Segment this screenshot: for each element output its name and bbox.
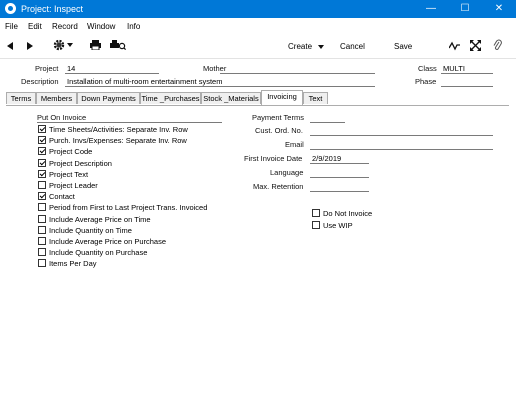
menu-file[interactable]: File xyxy=(5,22,18,31)
first-invoice-date-label: First Invoice Date xyxy=(244,154,303,163)
use-wip-checkbox[interactable] xyxy=(312,221,320,229)
title-bar: Project: Inspect — ☐ ✕ xyxy=(0,0,516,18)
language-underline xyxy=(310,177,369,178)
expand-icon[interactable] xyxy=(470,40,481,51)
option-checkbox-0[interactable] xyxy=(38,125,46,133)
option-checkbox-1[interactable] xyxy=(38,136,46,144)
put-on-invoice-label: Put On Invoice xyxy=(37,113,87,122)
option-checkbox-7[interactable] xyxy=(38,203,46,211)
paperclip-icon[interactable] xyxy=(493,39,502,51)
menu-window[interactable]: Window xyxy=(87,22,115,31)
phase-label: Phase xyxy=(415,77,437,86)
save-button[interactable]: Save xyxy=(394,42,412,51)
do-not-invoice-label: Do Not Invoice xyxy=(323,209,373,218)
gear-icon[interactable] xyxy=(53,39,65,51)
option-label-5: Project Leader xyxy=(49,181,98,190)
option-label-11: Include Quantity on Purchase xyxy=(49,248,148,257)
activity-icon[interactable] xyxy=(449,41,460,51)
create-button[interactable]: Create xyxy=(288,42,325,51)
cust-ord-no-underline xyxy=(310,135,493,136)
print-icon[interactable] xyxy=(90,40,101,50)
close-icon[interactable]: ✕ xyxy=(482,0,516,18)
menu-info[interactable]: Info xyxy=(127,22,140,31)
option-checkbox-9[interactable] xyxy=(38,226,46,234)
option-label-2: Project Code xyxy=(49,147,93,156)
class-field-underline xyxy=(441,73,493,74)
option-label-0: Time Sheets/Activities: Separate Inv. Ro… xyxy=(49,125,188,134)
do-not-invoice-checkbox[interactable] xyxy=(312,209,320,217)
tab-invoicing[interactable]: Invoicing xyxy=(261,90,303,105)
put-on-invoice-separator xyxy=(37,122,222,123)
project-label: Project xyxy=(35,64,59,73)
option-checkbox-11[interactable] xyxy=(38,248,46,256)
option-checkbox-3[interactable] xyxy=(38,159,46,167)
chevron-down-icon xyxy=(318,45,325,49)
use-wip-label: Use WIP xyxy=(323,221,353,230)
language-label: Language xyxy=(270,168,304,177)
tab-time-purchases[interactable]: Time _Purchases xyxy=(140,92,201,104)
menu-edit[interactable]: Edit xyxy=(28,22,42,31)
option-checkbox-8[interactable] xyxy=(38,215,46,223)
tab-terms[interactable]: Terms xyxy=(6,92,36,104)
maximize-icon[interactable]: ☐ xyxy=(448,0,482,18)
email-underline xyxy=(310,149,493,150)
option-label-3: Project Description xyxy=(49,159,112,168)
email-label: Email xyxy=(285,140,304,149)
menu-record[interactable]: Record xyxy=(52,22,78,31)
payment-terms-underline xyxy=(310,122,345,123)
print-preview-icon[interactable] xyxy=(110,40,126,50)
description-label: Description xyxy=(21,77,59,86)
first-invoice-date-field[interactable]: 2/9/2019 xyxy=(312,154,341,163)
description-field[interactable]: Installation of multi-room entertainment… xyxy=(67,77,222,86)
tab-members[interactable]: Members xyxy=(36,92,77,104)
class-label: Class xyxy=(418,64,437,73)
mother-label: Mother xyxy=(203,64,227,73)
option-checkbox-10[interactable] xyxy=(38,237,46,245)
class-field[interactable]: MULTI xyxy=(443,64,465,73)
project-field[interactable]: 14 xyxy=(67,64,75,73)
tab-text[interactable]: Text xyxy=(303,92,328,104)
description-field-underline xyxy=(65,86,375,87)
option-label-10: Include Average Price on Purchase xyxy=(49,237,167,246)
project-field-underline xyxy=(65,73,159,74)
option-checkbox-5[interactable] xyxy=(38,181,46,189)
phase-field-underline xyxy=(441,86,493,87)
first-invoice-date-underline xyxy=(310,163,369,164)
payment-terms-label: Payment Terms xyxy=(252,113,304,122)
gear-dropdown-icon[interactable] xyxy=(67,43,73,47)
minimize-icon[interactable]: — xyxy=(414,0,448,18)
previous-record-icon[interactable] xyxy=(7,42,13,50)
option-checkbox-2[interactable] xyxy=(38,147,46,155)
menu-bar: File Edit Record Window Info xyxy=(0,18,516,34)
option-label-1: Purch. Invs/Expenses: Separate Inv. Row xyxy=(49,136,187,145)
option-label-9: Include Quantity on Time xyxy=(49,226,132,235)
max-retention-underline xyxy=(310,191,369,192)
tab-down-payments[interactable]: Down Payments xyxy=(77,92,140,104)
option-label-6: Contact xyxy=(49,192,75,201)
next-record-icon[interactable] xyxy=(27,42,33,50)
cust-ord-no-label: Cust. Ord. No. xyxy=(255,126,303,135)
option-checkbox-12[interactable] xyxy=(38,259,46,267)
option-label-12: Items Per Day xyxy=(49,259,97,268)
tab-stock-materials[interactable]: Stock _Materials xyxy=(201,92,261,104)
app-icon xyxy=(5,3,16,14)
option-checkbox-4[interactable] xyxy=(38,170,46,178)
option-label-7: Period from First to Last Project Trans.… xyxy=(49,203,208,212)
mother-field-underline xyxy=(220,73,375,74)
option-checkbox-6[interactable] xyxy=(38,192,46,200)
toolbar: Create Cancel Save xyxy=(0,34,516,59)
option-label-8: Include Average Price on Time xyxy=(49,215,151,224)
cancel-button[interactable]: Cancel xyxy=(340,42,365,51)
option-label-4: Project Text xyxy=(49,170,89,179)
window-title: Project: Inspect xyxy=(21,4,84,14)
max-retention-label: Max. Retention xyxy=(253,182,304,191)
